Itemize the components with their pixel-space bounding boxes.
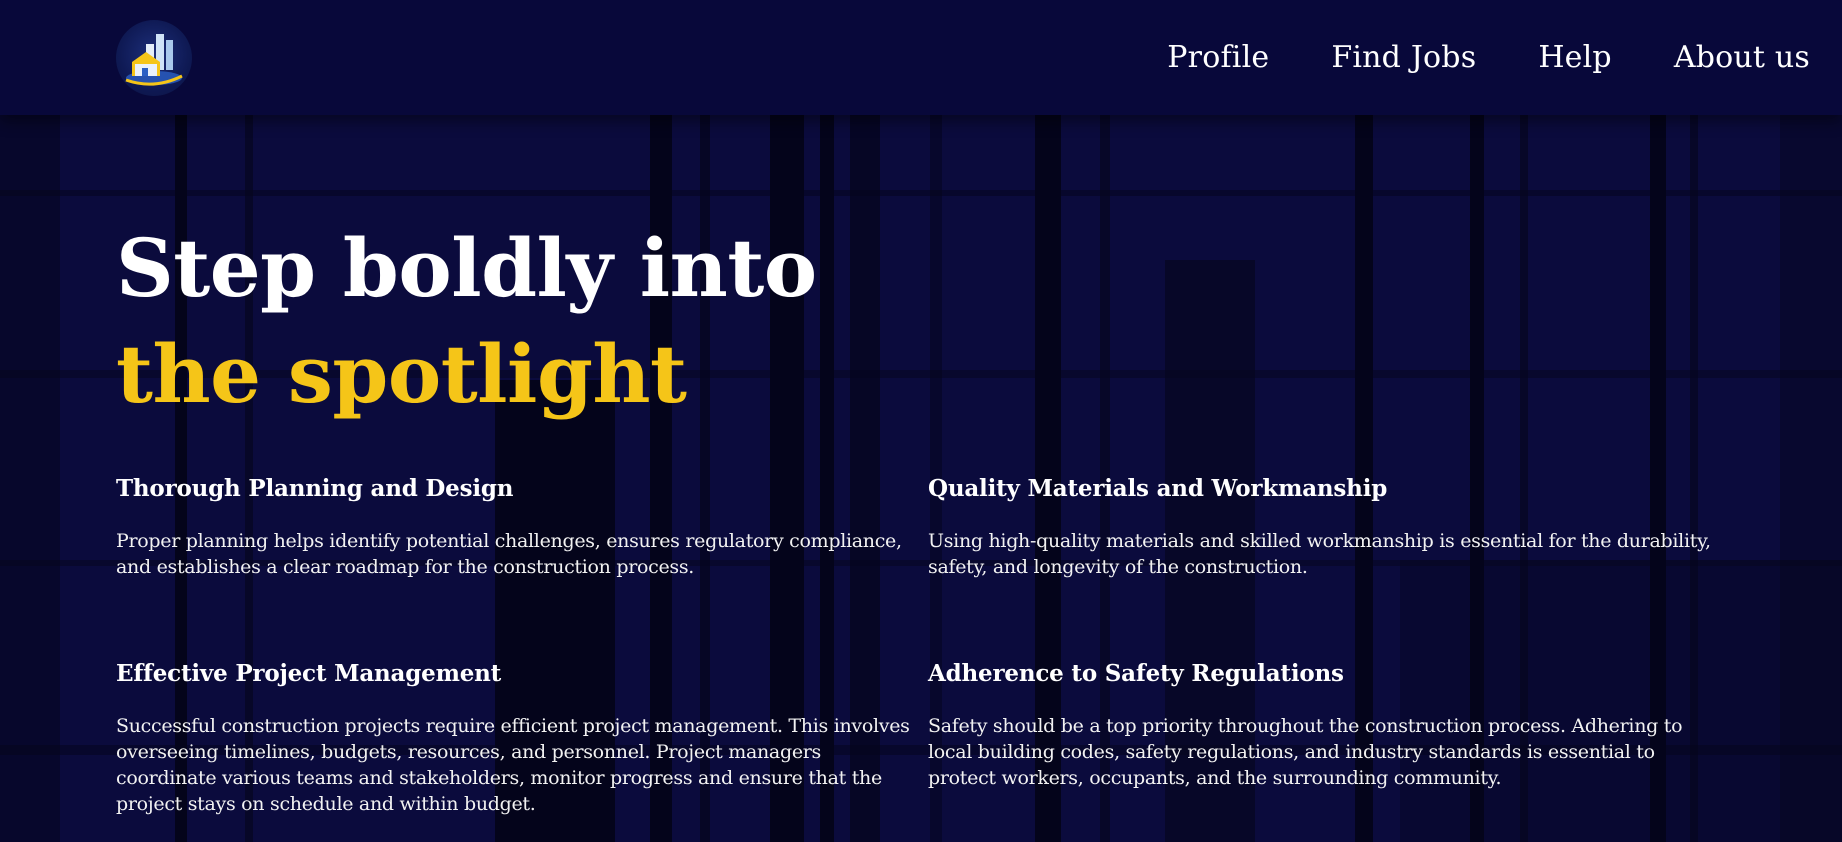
feature-title: Quality Materials and Workmanship: [928, 475, 1388, 502]
top-navbar: Profile Find Jobs Help About us: [0, 0, 1842, 115]
feature-text: Using high-quality materials and skilled…: [928, 530, 1711, 578]
feature-project-management: Effective Project Management Successful …: [116, 659, 916, 817]
feature-title: Thorough Planning and Design: [116, 475, 514, 502]
feature-text: Successful construction projects require…: [116, 715, 910, 815]
feature-quality: Quality Materials and Workmanship Using …: [928, 474, 1748, 580]
nav-link-about-us[interactable]: About us: [1674, 36, 1810, 80]
hero-line-2: the spotlight: [116, 327, 687, 421]
feature-planning: Thorough Planning and Design Proper plan…: [116, 474, 916, 580]
nav-link-help[interactable]: Help: [1538, 36, 1612, 80]
hero-line-1: Step boldly into: [116, 221, 817, 315]
nav-link-find-jobs[interactable]: Find Jobs: [1331, 36, 1476, 80]
page: Profile Find Jobs Help About us Step bol…: [0, 0, 1842, 842]
hero-headline: Step boldly into the spotlight: [116, 215, 817, 427]
main-nav: Profile Find Jobs Help About us: [1167, 36, 1810, 80]
feature-safety: Adherence to Safety Regulations Safety s…: [928, 659, 1718, 791]
city-buildings-logo-icon: [125, 34, 183, 86]
nav-link-profile[interactable]: Profile: [1167, 36, 1269, 80]
feature-text: Safety should be a top priority througho…: [928, 715, 1683, 789]
feature-text: Proper planning helps identify potential…: [116, 530, 902, 578]
feature-title: Effective Project Management: [116, 660, 502, 687]
feature-title: Adherence to Safety Regulations: [928, 660, 1344, 687]
site-logo[interactable]: [116, 20, 192, 96]
